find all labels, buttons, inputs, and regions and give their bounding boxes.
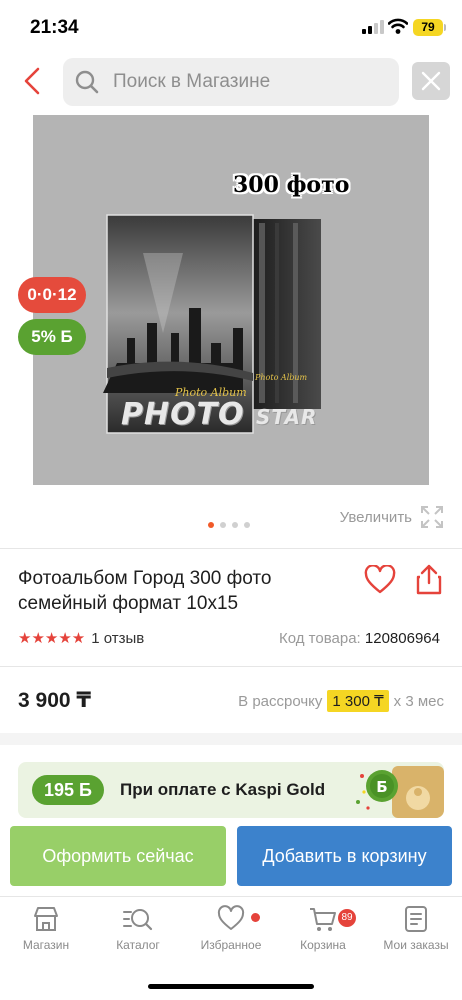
installment-badge: 0·0·12 xyxy=(18,277,86,313)
battery-icon: 79 xyxy=(413,19,443,36)
search-input[interactable] xyxy=(113,58,393,106)
gallery-dot-1[interactable] xyxy=(208,522,214,528)
tab-label: Каталог xyxy=(116,938,160,952)
status-time: 21:34 xyxy=(30,17,79,38)
rating-row: ★★★★★ 1 отзыв xyxy=(18,628,144,648)
installment-info[interactable]: В рассрочку 1 300 ₸ х 3 мес xyxy=(238,690,444,712)
product-price: 3 900 ₸ xyxy=(18,689,91,712)
orders-icon xyxy=(405,906,427,932)
section-separator xyxy=(0,733,462,745)
svg-text:Б: Б xyxy=(376,778,387,796)
search-icon xyxy=(75,70,99,94)
tab-shop[interactable]: Магазин xyxy=(0,905,92,963)
brand-logo-sub: STAR xyxy=(256,405,318,429)
bottom-tab-bar: Магазин Каталог Избранное 89 Корзина Мои… xyxy=(0,896,462,1000)
gallery-pagination xyxy=(208,522,256,530)
shop-icon xyxy=(34,907,58,931)
back-chevron-icon[interactable] xyxy=(18,66,48,96)
gold-banner-text: При оплате с Kaspi Gold xyxy=(120,780,326,799)
divider xyxy=(0,666,462,667)
tab-cart[interactable]: 89 Корзина xyxy=(277,905,369,963)
brand-logo: PHOTO STAR xyxy=(121,397,317,432)
rating-stars-icon: ★★★★★ xyxy=(18,630,86,647)
search-box[interactable] xyxy=(63,58,399,106)
product-image[interactable]: 300 фото Photo Album Photo Album PHOTO S… xyxy=(33,115,429,485)
battery-tip xyxy=(444,24,446,31)
cart-icon xyxy=(310,908,336,931)
header xyxy=(0,54,462,110)
tab-catalog[interactable]: Каталог xyxy=(92,905,184,963)
wifi-icon xyxy=(388,18,408,34)
cart-count-badge: 89 xyxy=(338,909,356,927)
kaspi-gold-banner[interactable]: 195 Б При оплате с Kaspi Gold Б xyxy=(18,762,444,818)
gallery-dot-3[interactable] xyxy=(232,522,238,528)
brand-logo-main: PHOTO xyxy=(121,397,245,432)
cellular-signal-icon xyxy=(362,20,384,34)
tab-favorites[interactable]: Избранное xyxy=(185,905,277,963)
divider xyxy=(0,548,462,549)
close-button[interactable] xyxy=(412,62,450,100)
tab-orders[interactable]: Мои заказы xyxy=(370,905,462,963)
product-code: Код товара: 120806964 xyxy=(279,630,440,647)
image-caption: 300 фото xyxy=(233,172,350,198)
buy-now-button[interactable]: Оформить сейчас xyxy=(10,826,226,886)
heart-icon[interactable] xyxy=(364,565,396,595)
gold-bonus-badge: 195 Б xyxy=(32,775,104,805)
tab-label: Мои заказы xyxy=(383,938,449,952)
expand-icon xyxy=(421,506,443,528)
share-icon[interactable] xyxy=(415,563,443,595)
zoom-label: Увеличить xyxy=(339,508,412,526)
gallery-dot-4[interactable] xyxy=(244,522,250,528)
installment-amount: 1 300 ₸ xyxy=(327,690,389,712)
bonus-badge: 5% Б xyxy=(18,319,86,355)
installment-suffix: х 3 мес xyxy=(393,692,444,710)
gallery-dot-2[interactable] xyxy=(220,522,226,528)
album-back-title: Photo Album xyxy=(254,373,308,382)
status-bar: 21:34 79 xyxy=(0,0,462,54)
tab-label: Магазин xyxy=(22,938,70,952)
zoom-button[interactable]: Увеличить xyxy=(340,505,444,529)
home-indicator xyxy=(148,984,314,989)
add-to-cart-button[interactable]: Добавить в корзину xyxy=(237,826,452,886)
close-icon xyxy=(421,71,441,91)
kaspi-gold-card-icon: Б xyxy=(356,766,444,818)
product-code-label: Код товара: xyxy=(279,630,361,647)
catalog-search-icon xyxy=(123,909,153,931)
product-code-value: 120806964 xyxy=(364,630,440,647)
installment-prefix: В рассрочку xyxy=(238,692,323,710)
tab-label: Корзина xyxy=(300,938,346,952)
heart-icon xyxy=(217,905,245,930)
favorites-notification-dot xyxy=(251,913,260,922)
reviews-link[interactable]: 1 отзыв xyxy=(91,630,144,647)
tab-label: Избранное xyxy=(200,938,262,952)
product-title: Фотоальбом Город 300 фото семейный форма… xyxy=(18,568,272,614)
